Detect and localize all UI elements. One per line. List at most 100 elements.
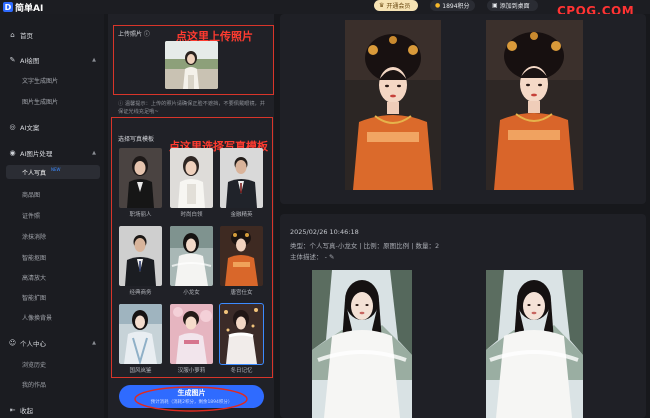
template-name: 小龙女: [183, 290, 200, 296]
sidebar-item-label: 智能抠图: [22, 254, 47, 262]
sidebar-item-label: AI绘图: [20, 57, 40, 65]
sidebar-item-label: 商品图: [22, 191, 41, 199]
add-to-desktop-button[interactable]: ▣ 添加到桌面: [487, 0, 538, 11]
sidebar-item-label: 涂抹消除: [22, 233, 47, 241]
template-image: [220, 226, 263, 286]
chevron-up-icon: ▲: [92, 57, 96, 63]
sidebar-item-label: 证件照: [22, 212, 41, 220]
sidebar-item-label: 个人写真: [22, 169, 47, 177]
sidebar-item-replace-background[interactable]: 人像换背景: [6, 310, 100, 324]
app-logo[interactable]: D 简单AI: [3, 1, 44, 14]
sidebar-item-ai-drawing[interactable]: ✎ AI绘图 ▲: [6, 53, 100, 67]
top-bar: D 简单AI ♛ 开通会员 ● 1894积分 ▣ 添加到桌面: [0, 0, 650, 14]
result-image[interactable]: [486, 20, 583, 190]
sidebar-item-label: 个人中心: [20, 340, 46, 348]
sidebar-item-label: 首页: [20, 32, 33, 40]
sidebar-item-cutout[interactable]: 智能抠图: [6, 250, 100, 264]
result-image[interactable]: [345, 20, 441, 190]
app-name: 简单AI: [15, 3, 44, 14]
template-card[interactable]: 经典商务: [119, 226, 162, 299]
collapse-sidebar-button[interactable]: ⇤ 收起: [6, 403, 100, 417]
crown-icon: ♛: [379, 2, 385, 9]
description-label: 主体描述：: [290, 253, 323, 261]
vip-button[interactable]: ♛ 开通会员: [374, 0, 418, 11]
sidebar-item-erase[interactable]: 涂抹消除: [6, 229, 100, 243]
template-image: [119, 226, 162, 286]
result-card: [280, 14, 646, 204]
paint-icon: ✎: [9, 56, 16, 64]
template-name: 国风岚鉴: [129, 368, 152, 374]
template-name: 唐宫仕女: [230, 290, 253, 296]
credits-label: 1894积分: [442, 3, 470, 10]
template-card[interactable]: 职场丽人: [119, 148, 162, 221]
sidebar-item-text-to-image[interactable]: 文字生成图片: [6, 73, 100, 87]
chevron-up-icon: ▲: [92, 340, 96, 346]
template-card-selected[interactable]: 冬日记忆: [219, 303, 264, 377]
result-date: 2025/02/26 10:46:18: [290, 228, 359, 236]
image-process-icon: ◉: [9, 149, 16, 157]
coin-icon: ●: [435, 2, 441, 9]
sidebar-item-label: 智能扩图: [22, 294, 47, 302]
upload-warning: ⓘ 温馨提示：上传的照片请确保正脸不遮挡，不要佩戴眼镜，并保证光线充足哦~: [118, 101, 265, 115]
generate-cost: 预计消耗（消耗2积分，剩余1894积分）: [150, 400, 233, 405]
template-name: 职场丽人: [129, 212, 152, 218]
desktop-label: 添加到桌面: [499, 3, 530, 10]
result-image[interactable]: [486, 270, 583, 418]
sidebar-item-label: 高清放大: [22, 274, 47, 282]
generate-button[interactable]: 生成图片 预计消耗（消耗2积分，剩余1894积分）: [119, 385, 264, 408]
sidebar-item-upscale[interactable]: 高清放大: [6, 270, 100, 284]
sidebar-item-history[interactable]: 浏览历史: [6, 357, 100, 371]
sidebar-item-home[interactable]: ⌂ 首页: [6, 28, 100, 42]
credits-button[interactable]: ● 1894积分: [430, 0, 475, 11]
template-name: 汉服小萝莉: [177, 368, 206, 374]
sidebar-item-user-center[interactable]: ☺ 个人中心 ▲: [6, 336, 100, 350]
template-name: 金融精英: [230, 212, 253, 218]
template-image: [170, 226, 213, 286]
result-image[interactable]: [312, 270, 412, 418]
sidebar-item-label: 文字生成图片: [22, 77, 59, 85]
sidebar-item-id-photo[interactable]: 证件照: [6, 208, 100, 222]
collapse-icon: ⇤: [9, 406, 16, 414]
result-info: 类型：个人写真-小龙女 | 比例：原图比例 | 数量：2: [290, 242, 440, 250]
upload-label: 上传照片 ⓘ: [118, 31, 150, 38]
home-icon: ⌂: [10, 31, 15, 39]
sidebar-item-label: 图片生成图片: [22, 98, 59, 106]
template-image: [170, 304, 213, 364]
chevron-up-icon: ▲: [92, 150, 96, 156]
vip-label: 开通会员: [386, 3, 411, 10]
sidebar-item-label: 浏览历史: [22, 361, 47, 369]
template-card[interactable]: 汉服小萝莉: [170, 304, 213, 377]
sidebar-item-image-to-image[interactable]: 图片生成图片: [6, 94, 100, 108]
sidebar-item-my-works[interactable]: 我的作品: [6, 377, 100, 391]
sidebar-item-label: AI图片处理: [20, 150, 53, 158]
new-badge: NEW: [51, 166, 61, 172]
generate-label: 生成图片: [177, 389, 206, 397]
template-title: 选择写真模板: [118, 136, 155, 143]
sidebar-item-label: 收起: [20, 407, 33, 415]
sidebar-item-ai-copy[interactable]: ◎ AI文案: [6, 120, 100, 134]
sidebar-item-label: AI文案: [20, 124, 40, 132]
template-name: 经典商务: [129, 290, 152, 296]
sidebar-item-label: 人像换背景: [22, 314, 53, 322]
sidebar-item-label: 我的作品: [22, 381, 47, 389]
template-card[interactable]: 唐宫仕女: [220, 226, 263, 299]
logo-mark: D: [3, 2, 13, 12]
sidebar-item-outpaint[interactable]: 智能扩图: [6, 290, 100, 304]
sidebar-item-ai-image-process[interactable]: ◉ AI图片处理 ▲: [6, 146, 100, 160]
sidebar-item-product-image[interactable]: 商品图: [6, 187, 100, 201]
desktop-icon: ▣: [492, 2, 498, 9]
template-name: 时尚白领: [180, 212, 203, 218]
template-image: [170, 148, 213, 208]
edit-description-icon[interactable]: - ✎: [325, 253, 335, 261]
sidebar-item-portrait[interactable]: 个人写真 NEW: [6, 165, 100, 179]
template-card[interactable]: 金融精英: [220, 148, 263, 221]
template-image: [220, 148, 263, 208]
template-image: [219, 303, 264, 365]
result-description: 主体描述： - ✎: [290, 251, 334, 261]
template-image: [119, 148, 162, 208]
template-card[interactable]: 国风岚鉴: [119, 304, 162, 377]
uploaded-photo[interactable]: [165, 41, 218, 89]
template-card[interactable]: 时尚白领: [170, 148, 213, 221]
template-card[interactable]: 小龙女: [170, 226, 213, 299]
template-name: 冬日记忆: [230, 368, 253, 374]
